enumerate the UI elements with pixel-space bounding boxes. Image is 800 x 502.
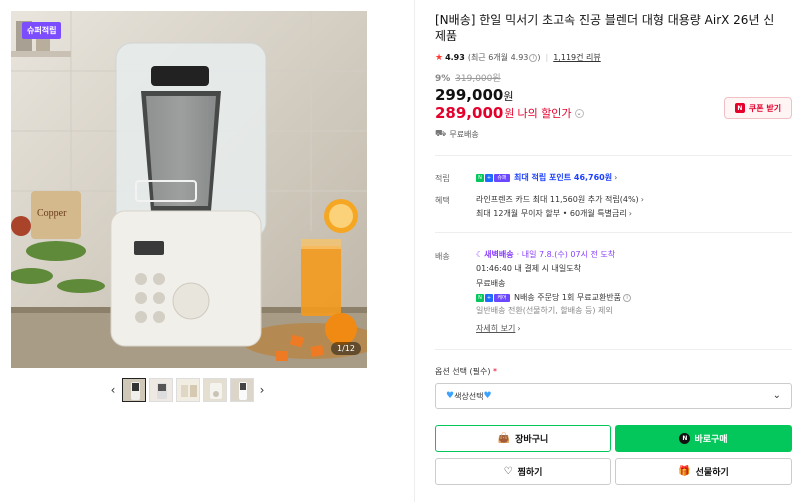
info-icon[interactable]: i [623, 293, 632, 302]
coupon-label: 쿠폰 받기 [748, 103, 782, 113]
npay-badge: N + 슈퍼 [476, 173, 511, 182]
price-value: 299,000 [435, 86, 504, 104]
buy-now-button[interactable]: N 바로구매 [615, 425, 792, 452]
my-price-label: 나의 할인가 [517, 107, 572, 120]
divider [435, 232, 792, 233]
chevron-right-icon[interactable]: › [255, 378, 269, 402]
truck-icon: ⛟ [435, 129, 447, 139]
dawn-delivery-tag: 새벽배송 [484, 250, 514, 259]
return-row: N + 케어 N배송 주문당 1회 무료교환반품 i [476, 292, 632, 303]
cutoff-text: 01:46:40 내 결제 시 내일도착 [476, 264, 581, 273]
buy-label: 바로구매 [694, 435, 728, 445]
super-points-badge: 슈퍼적립 [22, 22, 62, 39]
arrival-text: · 내일 7.8.(수) 07시 전 도착 [516, 250, 616, 259]
chevron-right-icon: › [640, 195, 644, 204]
thumbnail[interactable] [175, 378, 200, 402]
return-text: N배송 주문당 1회 무료교환반품 [514, 293, 622, 302]
select-value: 색상선택 [454, 391, 484, 401]
sale-price: 299,000원 [435, 86, 513, 104]
delivery-label: 배송 [435, 252, 450, 261]
points-text: 최대 적립 포인트 46,760원 [514, 173, 613, 182]
dawn-delivery-row: ☾ 새벽배송 · 내일 7.8.(수) 07시 전 도착 [476, 249, 615, 260]
gift-icon: 🎁 [678, 466, 691, 477]
my-price-unit: 원 [504, 107, 515, 120]
cart-label: 장바구니 [515, 435, 549, 445]
divider [414, 0, 415, 502]
shipping-text: 무료배송 [449, 130, 479, 139]
points-label: 적립 [435, 174, 450, 183]
chevron-down-icon: ⌄ [772, 390, 781, 401]
product-gallery: Copper 슈퍼적립 1/12 ‹ › [0, 0, 414, 502]
shipping-info: ⛟ 무료배송 [435, 129, 479, 140]
thumbnail[interactable] [148, 378, 173, 402]
heart-icon: ♥ [446, 391, 455, 401]
benefit-text-1: 라인프렌즈 카드 최대 11,560원 추가 적립(4%) [476, 195, 639, 204]
benefit-label: 혜택 [435, 196, 450, 205]
naver-n-icon: N [679, 433, 691, 444]
wishlist-button[interactable]: ♡ 찜하기 [435, 458, 611, 485]
color-select[interactable]: ♥ 색상선택 ♥ ⌄ [435, 383, 792, 409]
chevron-right-icon: › [517, 324, 521, 333]
benefit-line-1[interactable]: 라인프렌즈 카드 최대 11,560원 추가 적립(4%) › [476, 194, 644, 205]
review-count-link[interactable]: 1,119건 리뷰 [553, 52, 601, 63]
star-icon: ★ [435, 52, 444, 63]
divider [435, 349, 792, 350]
chevron-left-icon[interactable]: ‹ [106, 378, 120, 402]
heart-icon: ♥ [483, 391, 492, 401]
exclusion-text: 일반배송 전환(선물하기, 할배송 등) 제외 [476, 306, 613, 315]
option-label: 옵션 선택 (필수) * [435, 366, 497, 377]
rating-value: 4.93 [445, 53, 465, 62]
thumbnail[interactable] [202, 378, 227, 402]
image-counter: 1/12 [331, 342, 361, 355]
benefit-text-2: 최대 12개월 무이자 할부 • 60개월 특별금리 [476, 209, 627, 218]
rating-row: ★ 4.93 (최근 6개월 4.93 i) | 1,119건 리뷰 [435, 52, 601, 63]
info-icon[interactable]: i [529, 53, 538, 62]
bag-icon: 👜 [497, 433, 511, 444]
thumbnail[interactable] [121, 378, 146, 402]
svg-text:Copper: Copper [37, 208, 67, 219]
more-link-text[interactable]: 자세히 보기 [476, 323, 515, 334]
chevron-right-icon: › [628, 209, 632, 218]
recent-rating: (최근 6개월 4.93 [467, 53, 529, 62]
original-price: 319,000원 [455, 74, 501, 84]
coupon-button[interactable]: N 쿠폰 받기 [724, 97, 792, 119]
chevron-down-icon[interactable]: ⌄ [574, 108, 584, 118]
my-discount-price[interactable]: 289,000 원 나의 할인가 ⌄ [435, 104, 584, 122]
more-link[interactable]: 자세히 보기 › [476, 323, 521, 334]
product-title: [N배송] 한일 믹서기 초고속 진공 블렌더 대형 대용량 AirX 26년 … [435, 13, 775, 43]
heart-icon: ♡ [503, 466, 513, 477]
discount-rate: 9% [435, 74, 451, 84]
price-unit: 원 [503, 90, 514, 103]
cart-button[interactable]: 👜 장바구니 [435, 425, 611, 452]
main-product-image[interactable]: Copper [11, 11, 367, 368]
wish-label: 찜하기 [517, 468, 543, 478]
points-row[interactable]: N + 슈퍼 최대 적립 포인트 46,760원 › [476, 172, 617, 183]
care-badge: N + 케어 [476, 293, 511, 302]
delivery-fee: 무료배송 [476, 279, 506, 288]
required-mark: * [493, 367, 498, 376]
benefit-line-2[interactable]: 최대 12개월 무이자 할부 • 60개월 특별금리 › [476, 208, 632, 219]
divider [435, 155, 792, 156]
my-price-value: 289,000 [435, 104, 504, 122]
thumbnail[interactable] [229, 378, 254, 402]
discount-row: 9% 319,000원 [435, 71, 501, 84]
thumbnail-strip: ‹ › [106, 377, 269, 403]
gift-button[interactable]: 🎁 선물하기 [615, 458, 792, 485]
chevron-right-icon: › [614, 173, 618, 182]
gift-label: 선물하기 [695, 468, 729, 478]
option-label-text: 옵션 선택 (필수) [435, 367, 491, 376]
naver-n-icon: N [734, 103, 745, 113]
moon-icon: ☾ [476, 250, 484, 259]
